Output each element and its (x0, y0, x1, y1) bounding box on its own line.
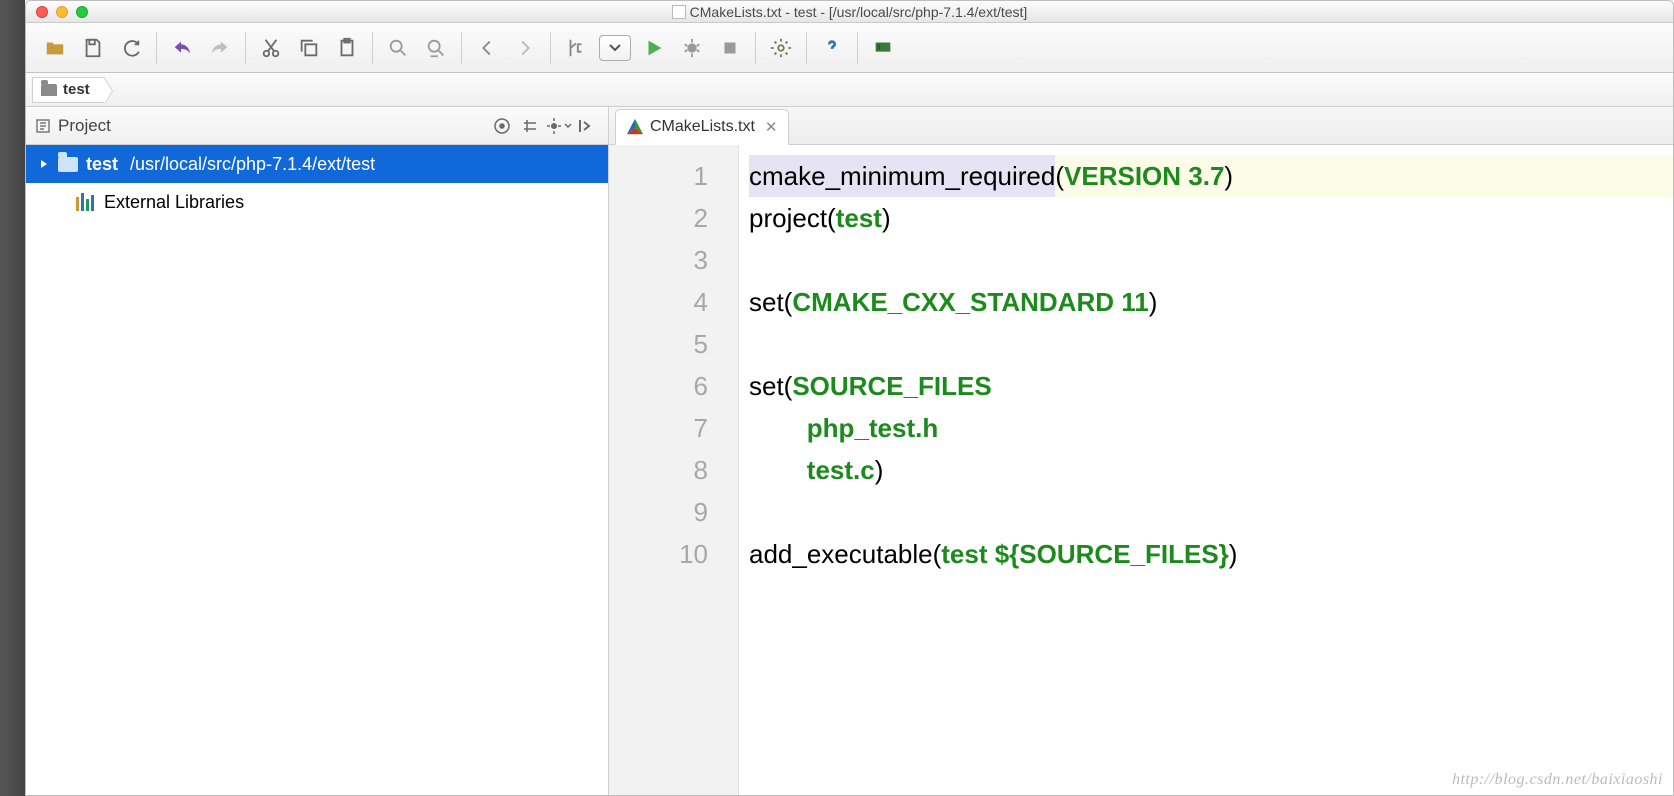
line-number: 6 (609, 365, 708, 407)
zoom-window-icon[interactable] (76, 6, 88, 18)
code-editor[interactable]: 1 2 3 4 5 6 7 8 9 10 cmake_minimum_requi… (609, 145, 1673, 795)
help-button[interactable] (813, 29, 851, 67)
find-button[interactable] (379, 29, 417, 67)
minimize-window-icon[interactable] (56, 6, 68, 18)
stop-button[interactable] (711, 29, 749, 67)
folder-icon (58, 157, 78, 172)
run-config-dropdown[interactable] (599, 35, 631, 61)
line-number: 3 (609, 239, 708, 281)
tree-root-item[interactable]: test /usr/local/src/php-7.1.4/ext/test (26, 145, 608, 183)
settings-button[interactable] (762, 29, 800, 67)
folder-icon (41, 84, 57, 96)
code-line: cmake_minimum_required(VERSION 3.7) (749, 155, 1673, 197)
macos-dock-sliver (0, 0, 25, 796)
line-number: 9 (609, 491, 708, 533)
code-line: set(CMAKE_CXX_STANDARD 11) (749, 281, 1673, 323)
line-number: 2 (609, 197, 708, 239)
code-line: set(SOURCE_FILES (749, 365, 1673, 407)
project-tool-window: Project test /usr/local/src/php-7.1.4/ex… (26, 107, 609, 795)
replace-button[interactable] (417, 29, 455, 67)
sync-button[interactable] (112, 29, 150, 67)
editor-tabbar: CMakeLists.txt ✕ (609, 107, 1673, 145)
run-button[interactable] (635, 29, 673, 67)
breadcrumb-label: test (63, 81, 90, 98)
project-view-icon (34, 117, 52, 135)
window-titlebar[interactable]: CMakeLists.txt - test - [/usr/local/src/… (26, 1, 1673, 23)
project-panel-header: Project (26, 107, 608, 145)
code-line (749, 491, 1673, 533)
close-tab-icon[interactable]: ✕ (765, 118, 778, 136)
breadcrumb-bar: test (26, 73, 1673, 107)
open-button[interactable] (36, 29, 74, 67)
paste-button[interactable] (328, 29, 366, 67)
build-button[interactable] (557, 29, 595, 67)
tree-item-name: test (86, 154, 118, 175)
line-number: 1 (609, 155, 708, 197)
line-number: 4 (609, 281, 708, 323)
code-line (749, 239, 1673, 281)
breadcrumb-root[interactable]: test (32, 77, 105, 103)
cut-button[interactable] (252, 29, 290, 67)
redo-button[interactable] (201, 29, 239, 67)
line-number: 8 (609, 449, 708, 491)
code-line: project(test) (749, 197, 1673, 239)
line-number: 5 (609, 323, 708, 365)
line-number: 10 (609, 533, 708, 575)
close-window-icon[interactable] (36, 6, 48, 18)
save-button[interactable] (74, 29, 112, 67)
code-line (749, 323, 1673, 365)
editor-tab-cmakelists[interactable]: CMakeLists.txt ✕ (615, 109, 789, 145)
cmake-icon (626, 118, 644, 136)
expand-arrow-icon[interactable] (36, 159, 52, 169)
editor-area: CMakeLists.txt ✕ 1 2 3 4 5 6 7 8 9 10 (609, 107, 1673, 795)
code-content[interactable]: cmake_minimum_required(VERSION 3.7) proj… (739, 145, 1673, 795)
line-number: 7 (609, 407, 708, 449)
file-icon (672, 5, 686, 19)
forward-button[interactable] (506, 29, 544, 67)
project-panel-title: Project (58, 116, 111, 136)
traffic-lights (36, 6, 88, 18)
main-toolbar (26, 23, 1673, 73)
back-button[interactable] (468, 29, 506, 67)
libraries-icon (76, 193, 96, 211)
tab-label: CMakeLists.txt (650, 118, 755, 136)
platform-button[interactable] (864, 29, 902, 67)
project-tree[interactable]: test /usr/local/src/php-7.1.4/ext/test E… (26, 145, 608, 795)
collapse-all-button[interactable] (516, 112, 544, 140)
hide-panel-button[interactable] (572, 112, 600, 140)
tree-item-path: /usr/local/src/php-7.1.4/ext/test (130, 154, 375, 175)
line-gutter: 1 2 3 4 5 6 7 8 9 10 (609, 145, 739, 795)
code-line: add_executable(test ${SOURCE_FILES}) (749, 533, 1673, 575)
scroll-from-source-button[interactable] (488, 112, 516, 140)
window-title: CMakeLists.txt - test - [/usr/local/src/… (26, 4, 1673, 20)
tree-external-libraries[interactable]: External Libraries (26, 183, 608, 221)
undo-button[interactable] (163, 29, 201, 67)
copy-button[interactable] (290, 29, 328, 67)
tree-item-label: External Libraries (104, 192, 244, 213)
watermark-text: http://blog.csdn.net/baixiaoshi (1452, 771, 1663, 789)
debug-button[interactable] (673, 29, 711, 67)
panel-settings-button[interactable] (544, 112, 572, 140)
code-line: test.c) (749, 449, 1673, 491)
code-line: php_test.h (749, 407, 1673, 449)
ide-window: CMakeLists.txt - test - [/usr/local/src/… (25, 0, 1674, 796)
